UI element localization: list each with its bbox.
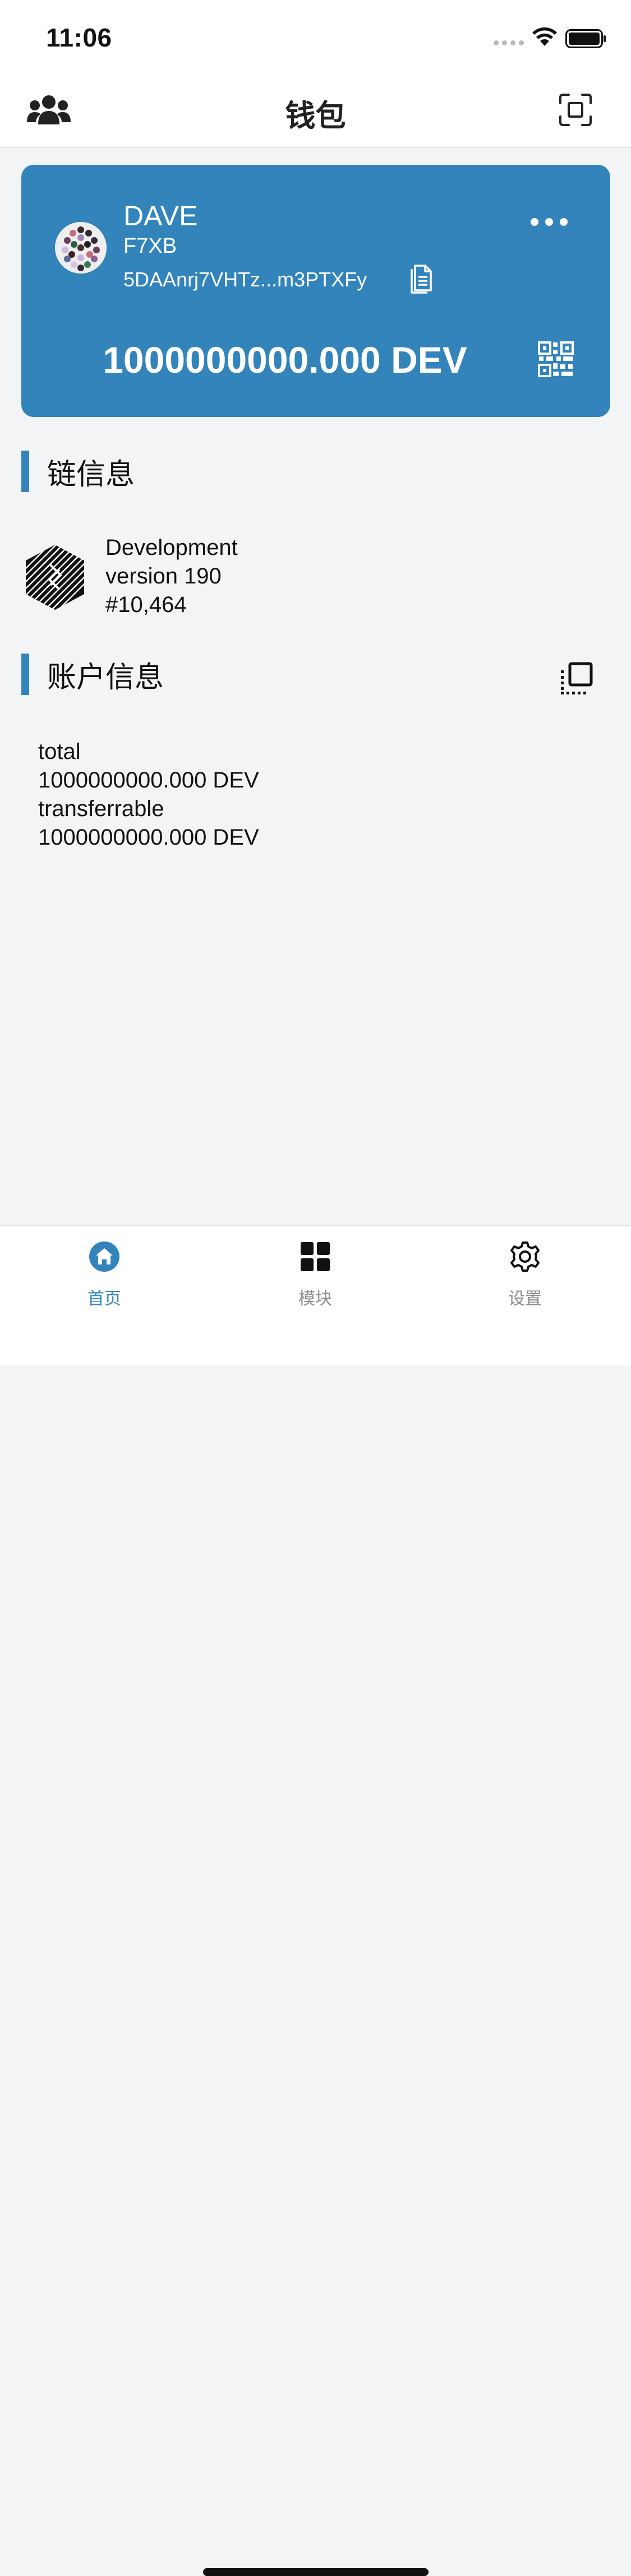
qr-code-icon[interactable] [537,341,574,378]
balance-value-transferrable: 1000000000.000 DEV [38,825,259,850]
account-balance: 1000000000.000 DEV [103,339,467,381]
chain-info-title: 链信息 [47,457,135,492]
wifi-icon [532,27,557,46]
tab-modules[interactable]: 模块 [259,1240,371,1318]
grid-icon [301,1242,330,1271]
account-info-header: 账户信息 [21,654,164,695]
account-info-title: 账户信息 [47,660,164,694]
tab-settings-label: 设置 [508,1289,542,1309]
nav-bar: 钱包 [0,74,631,148]
tab-modules-label: 模块 [298,1289,332,1309]
battery-icon [565,29,606,48]
status-bar: 11:06 [0,0,631,74]
account-name: DAVE [123,200,198,231]
account-card[interactable]: DAVE F7XB 5DAAnrj7VHTz...m3PTXFy 1000000… [21,165,610,417]
chain-version: version 190 [105,564,222,589]
chain-info-header: 链信息 [21,451,135,492]
status-time: 11:06 [46,23,112,52]
select-copy-icon[interactable] [559,661,593,695]
home-indicator [203,2568,429,2576]
tab-settings[interactable]: 设置 [469,1240,581,1318]
avatar [55,222,107,274]
scan-icon[interactable] [559,93,592,127]
balance-label-total: total [38,739,81,764]
section-accent-bar [21,654,29,695]
tab-home-label: 首页 [87,1289,121,1309]
copy-icon[interactable] [409,262,433,294]
more-icon[interactable] [531,215,573,229]
home-icon [89,1241,119,1272]
chain-info: Development version 190 #10,464 [105,534,238,619]
account-short-id: F7XB [123,234,177,258]
gear-icon [510,1241,540,1272]
page-title: 钱包 [285,98,346,133]
tab-bar: 首页 模块 设置 [0,1225,631,2576]
account-address: 5DAAnrj7VHTz...m3PTXFy [123,268,367,291]
chain-name: Development [105,535,238,560]
substrate-chain-logo-icon [26,545,84,610]
chain-block-number: #10,464 [105,592,187,617]
balance-label-transferrable: transferrable [38,796,164,821]
section-accent-bar [21,451,29,492]
cellular-signal-icon [494,40,524,45]
tab-home[interactable]: 首页 [48,1240,160,1318]
balances-list: total 1000000000.000 DEV transferrable 1… [38,738,259,852]
balance-value-total: 1000000000.000 DEV [38,768,259,793]
